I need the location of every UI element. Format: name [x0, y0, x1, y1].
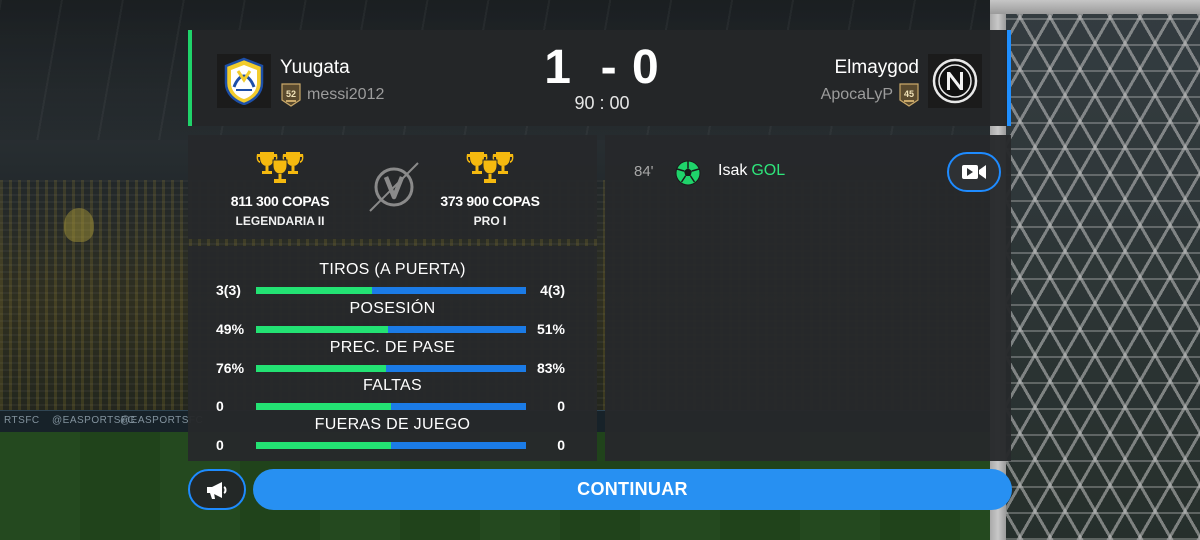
stat-label: TIROS (A PUERTA): [319, 261, 466, 278]
stat-bar-away: [372, 287, 526, 294]
stat-home-value: 3(3): [216, 282, 241, 298]
stat-bar: [256, 442, 526, 449]
match-time: 90 : 00: [574, 93, 630, 113]
away-username: ApocaLyP: [820, 86, 893, 103]
announce-button[interactable]: [188, 469, 246, 510]
napoli-crest-icon: [932, 58, 978, 104]
away-league: PRO I: [473, 214, 507, 228]
stat-bar: [256, 365, 526, 372]
stat-away-value: 0: [557, 398, 565, 414]
megaphone-icon: [207, 481, 227, 499]
stat-bar: [256, 326, 526, 333]
match-events-panel: 84' Isak GOL: [605, 135, 1011, 461]
stat-fouls: FALTAS 0 0: [188, 377, 597, 415]
away-team-crest: [928, 54, 982, 108]
trophy-icon: [256, 152, 304, 183]
match-score: 1 - 0: [544, 41, 660, 94]
stat-away-value: 0: [557, 437, 565, 453]
home-username: messi2012: [307, 86, 385, 103]
stat-bar: [256, 403, 526, 410]
stat-bar-away: [388, 326, 526, 333]
stat-pass-accuracy: PREC. DE PASE 76% 83%: [188, 339, 597, 377]
stat-away-value: 51%: [536, 321, 565, 337]
stat-bar-away: [391, 442, 526, 449]
stat-bar-away: [385, 365, 526, 372]
stat-home-value: 49%: [216, 321, 245, 337]
home-copas: 811 300 COPAS: [230, 193, 330, 209]
stat-home-value: 0: [216, 437, 224, 453]
stat-home-value: 0: [216, 398, 224, 414]
stat-bar-home: [256, 403, 391, 410]
event-type: GOL: [751, 162, 786, 179]
stat-away-value: 4(3): [540, 282, 565, 298]
stat-offsides: FUERAS DE JUEGO 0 0: [188, 416, 597, 454]
stat-bar-away: [391, 403, 526, 410]
away-level: 45: [903, 88, 914, 99]
leeds-crest-icon: [224, 57, 264, 105]
away-team-name: Elmaygod: [834, 57, 920, 78]
soccer-ball-icon: [675, 160, 701, 186]
stat-away-value: 83%: [536, 360, 565, 376]
v-versus-icon: [369, 162, 419, 212]
stat-bar-home: [256, 326, 389, 333]
away-copas: 373 900 COPAS: [440, 193, 540, 209]
stat-bar-home: [256, 287, 373, 294]
replay-video-button[interactable]: [947, 152, 1001, 192]
match-stats-panel: TIROS (A PUERTA) 3(3) 4(3) POSESIÓN 49% …: [188, 246, 597, 461]
home-level: 52: [285, 88, 296, 99]
stat-label: PREC. DE PASE: [329, 339, 456, 356]
home-trophies: 811 300 COPAS LEGENDARIA II: [215, 149, 345, 228]
away-level-badge: 45: [899, 83, 919, 107]
away-trophies: 373 900 COPAS PRO I: [425, 149, 555, 228]
stat-possession: POSESIÓN 49% 51%: [188, 300, 597, 338]
stat-label: FALTAS: [362, 377, 422, 394]
home-level-badge: 52: [281, 83, 301, 107]
trophy-icon: [466, 152, 514, 183]
stat-bar-home: [256, 442, 391, 449]
event-player: Isak: [718, 162, 748, 179]
stat-label: POSESIÓN: [349, 300, 436, 317]
stat-home-value: 76%: [216, 360, 245, 376]
video-camera-icon: [962, 165, 986, 179]
home-team-name: Yuugata: [280, 57, 350, 78]
stat-bar-home: [256, 365, 386, 372]
away-user-row: ApocaLyP 45: [821, 83, 919, 107]
continue-button[interactable]: CONTINUAR: [253, 469, 1012, 510]
event-description: Isak GOL: [718, 162, 785, 180]
stat-label: FUERAS DE JUEGO: [314, 416, 471, 433]
home-league: LEGENDARIA II: [235, 214, 325, 228]
stat-shots: TIROS (A PUERTA) 3(3) 4(3): [188, 261, 597, 299]
scoreboard-panel: Yuugata 52 messi2012 1 - 0 90 : 00 Elmay…: [188, 30, 1011, 126]
home-user-row: 52 messi2012: [281, 83, 384, 107]
trophies-panel: 811 300 COPAS LEGENDARIA II 373 900 COPA…: [188, 135, 597, 239]
home-team-crest: [217, 54, 271, 108]
stat-bar: [256, 287, 526, 294]
event-minute: 84': [634, 163, 654, 180]
